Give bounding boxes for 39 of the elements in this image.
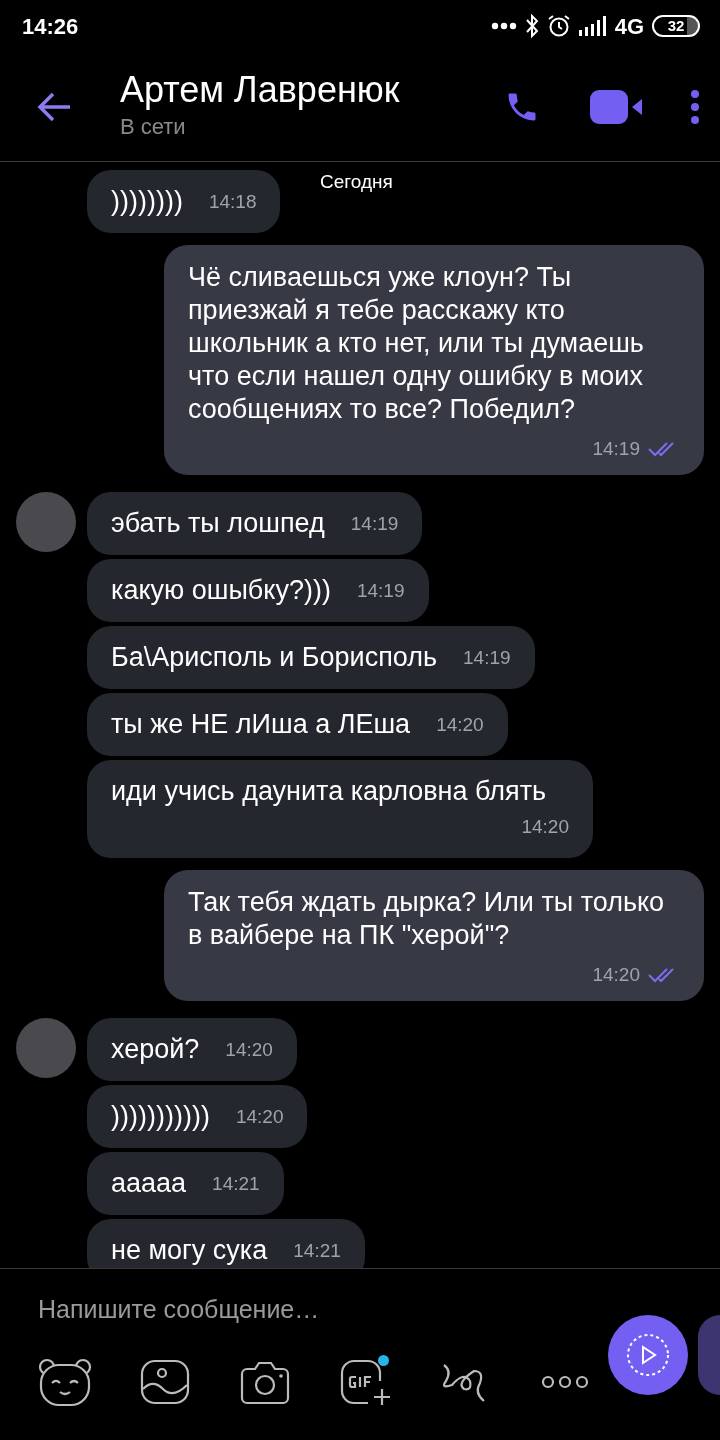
message-text: херой? (111, 1033, 200, 1066)
message-time: 14:20 (521, 815, 569, 839)
message-text: Так тебя ждать дырка? Или ты только в вайбере на ПК "херой"? (188, 886, 666, 952)
message-text: ))))))))))) (111, 1100, 210, 1133)
more-menu-icon[interactable] (690, 89, 700, 124)
message-time: 14:21 (293, 1239, 341, 1263)
message-text: не могу сука (111, 1234, 268, 1267)
message-time: 14:19 (592, 437, 640, 461)
message-text: )))))))) (111, 185, 183, 218)
battery-icon: 32 (652, 15, 700, 37)
message-time: 14:19 (463, 646, 511, 670)
network-type: 4G (614, 12, 644, 41)
more-notifications-icon (490, 22, 517, 30)
message-text: какую ошыбку?))) (111, 574, 331, 607)
signal-icon (578, 16, 607, 36)
video-camera-icon[interactable] (590, 89, 642, 124)
message-time: 14:19 (350, 512, 399, 536)
back-arrow-icon[interactable] (36, 90, 72, 123)
contact-name: Артем Лавренюк (120, 70, 401, 110)
online-status: В сети (120, 113, 187, 141)
status-time: 14:26 (22, 12, 79, 41)
message-time: 14:20 (436, 713, 484, 737)
bluetooth-icon (524, 14, 539, 38)
message-input[interactable]: Напишите сообщение… (0, 1269, 720, 1329)
message-text: Чё сливаешься уже клоун? Ты приезжай я тебе расскажу кто школьник а кто нет, или ты думаешь что если нашел одну ошибку в моих сообщениях то все? Победил? (188, 261, 645, 426)
message-time: 14:20 (235, 1105, 284, 1129)
message-time: 14:21 (212, 1172, 260, 1196)
message-time: 14:20 (225, 1038, 273, 1062)
message-time: 14:20 (592, 963, 640, 987)
message-text: эбать ты лошпед (111, 507, 325, 540)
message-text: Ба\Арисполь и Борисполь (111, 641, 437, 674)
message-text: ты же НЕ лИша а ЛЕша (111, 708, 411, 741)
message-text: иди учись даунита карловна блять (111, 775, 547, 808)
message-time: 14:19 (356, 579, 405, 603)
alarm-icon (546, 14, 571, 38)
message-time: 14:18 (208, 190, 257, 214)
message-text: ааааа (111, 1167, 187, 1200)
play-circle-icon (625, 1332, 671, 1378)
date-label: Сегодня (320, 170, 393, 194)
